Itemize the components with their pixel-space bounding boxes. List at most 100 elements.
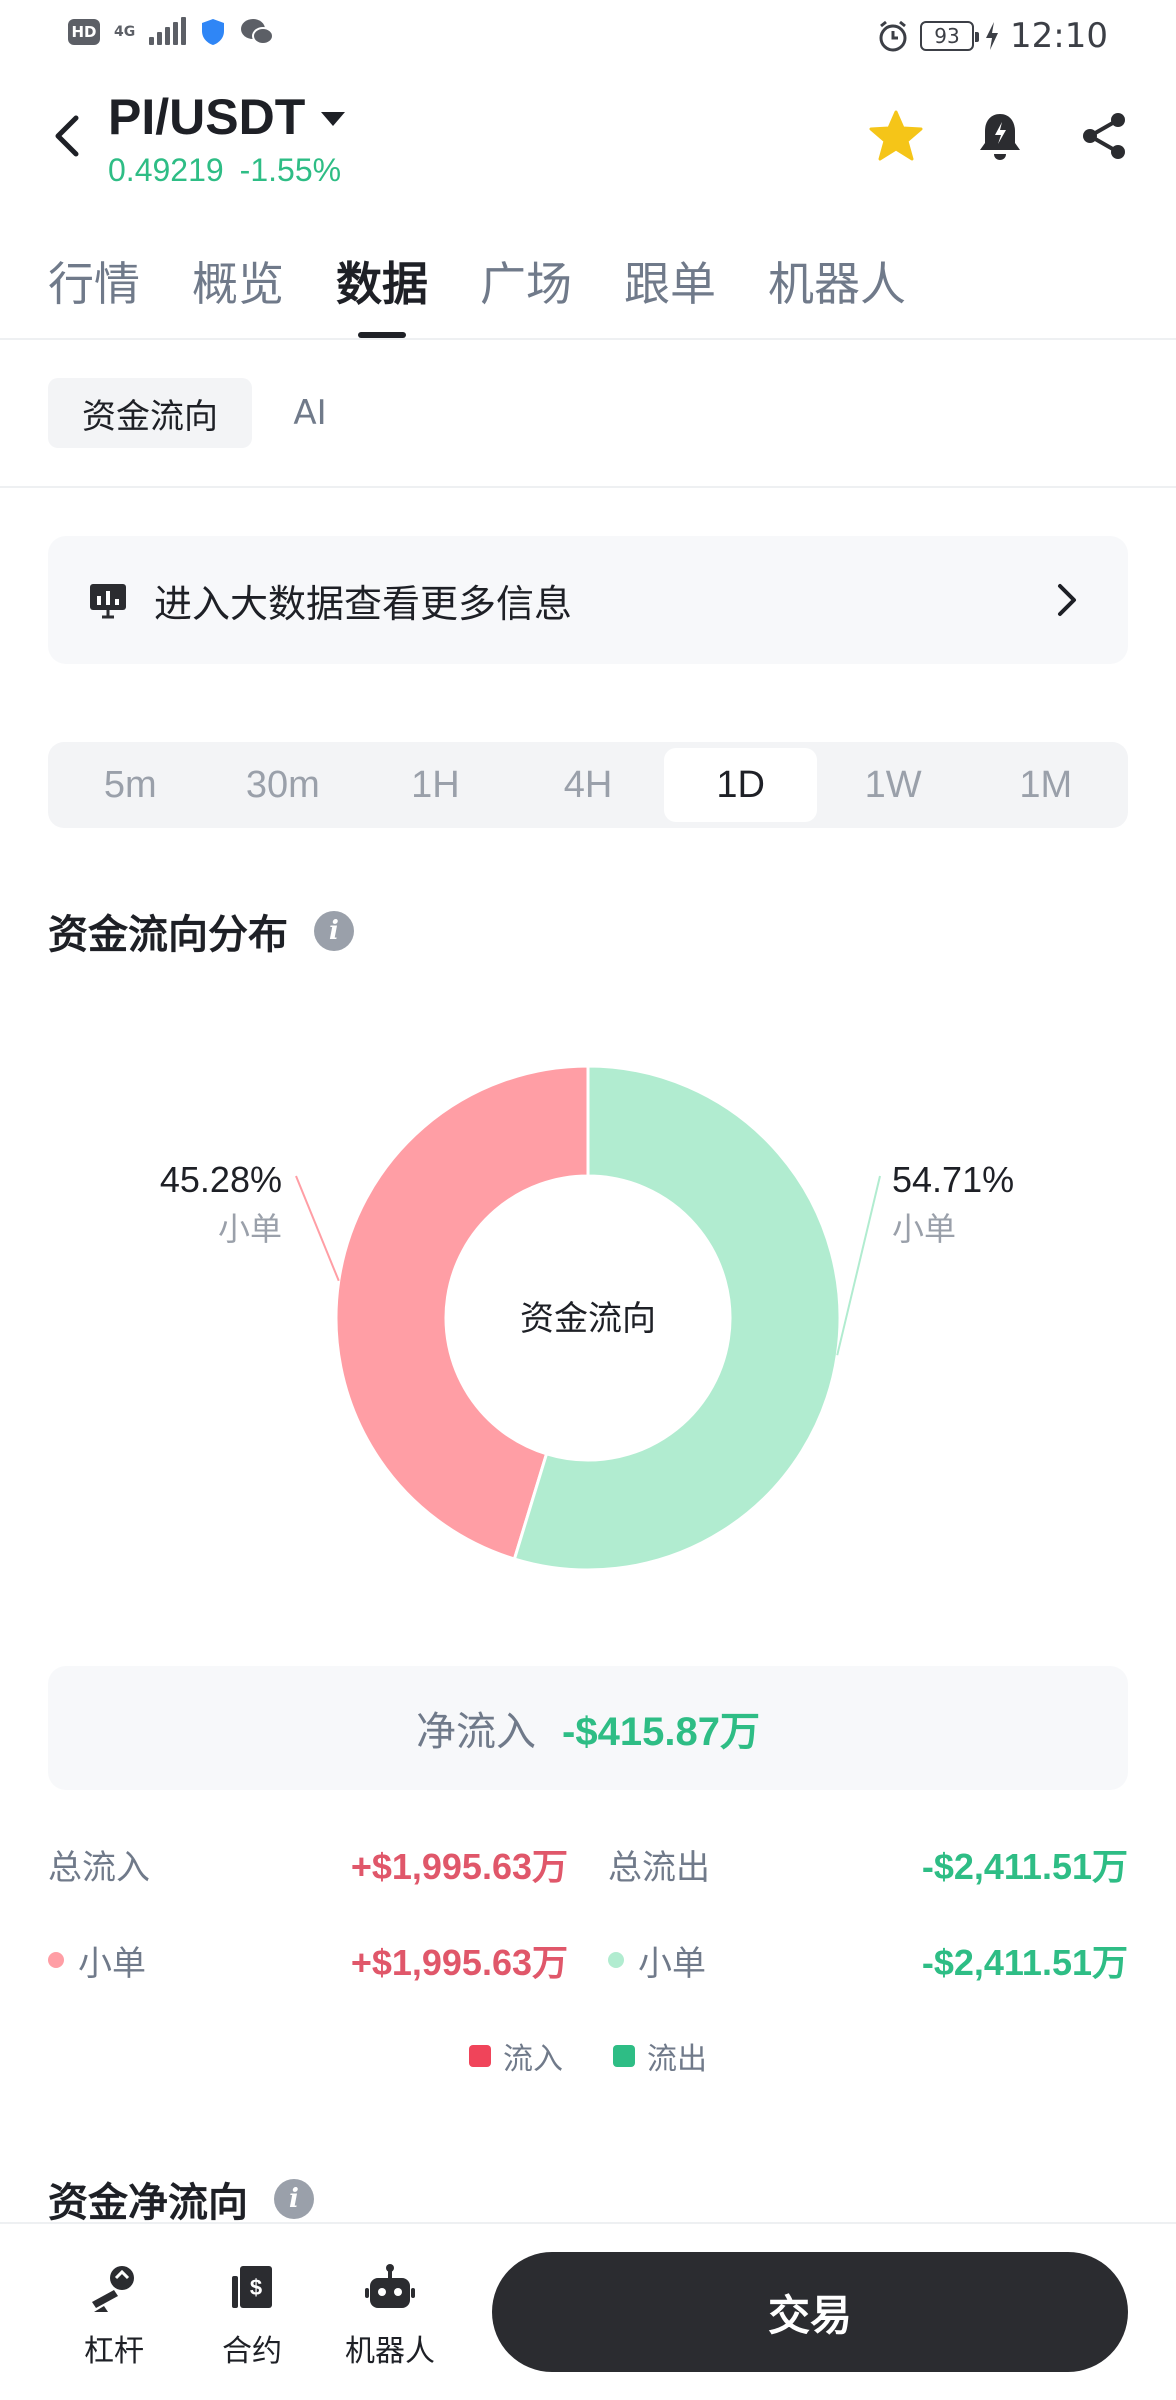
star-icon	[869, 110, 923, 161]
svg-text:$: $	[250, 2275, 262, 2300]
legend-outflow-label: 流出	[647, 2042, 707, 2077]
nav-leverage-label: 杠杆	[84, 2334, 144, 2369]
net-inflow-value: -$415.87万	[562, 1710, 760, 1754]
share-button[interactable]	[1076, 108, 1132, 164]
contract-icon: $	[232, 2266, 272, 2308]
subtabs-divider	[0, 486, 1176, 488]
outflow-category-label: 小单	[892, 1211, 956, 1247]
trade-button[interactable]: 交易	[492, 2252, 1128, 2372]
shield-icon	[202, 19, 225, 45]
interval-5m[interactable]: 5m	[54, 748, 207, 822]
status-right: 93 12:10	[876, 16, 1108, 56]
pair-name: PI/USDT	[108, 89, 306, 145]
last-price: 0.49219	[108, 152, 224, 188]
inflow-category-label: 小单	[218, 1211, 282, 1247]
price-row: 0.49219 -1.55%	[108, 152, 341, 189]
status-bar: HD 4G 93 12:10	[0, 0, 1176, 72]
tab-market[interactable]: 行情	[48, 248, 140, 338]
caret-down-icon	[321, 112, 346, 126]
charging-icon	[986, 22, 999, 50]
info-icon[interactable]: i	[274, 2179, 314, 2219]
net-inflow-box: 净流入 -$415.87万	[48, 1666, 1128, 1790]
nav-robot[interactable]: 机器人	[330, 2262, 450, 2370]
tab-copy-trade[interactable]: 跟单	[624, 248, 716, 338]
outflow-dot	[608, 1952, 624, 1968]
bell-icon	[980, 114, 1020, 160]
alarm-icon	[879, 20, 907, 52]
big-data-banner[interactable]: 进入大数据查看更多信息	[48, 536, 1128, 664]
signal-icon	[149, 17, 187, 45]
interval-1w[interactable]: 1W	[817, 748, 970, 822]
small-outflow-label-cell: 小单	[608, 1930, 706, 1990]
fund-flow-donut-chart: 资金流向 45.28% 小单 54.71% 小单	[160, 1064, 1014, 1572]
legend-outflow: 流出	[613, 2034, 707, 2078]
legend-outflow-swatch	[613, 2045, 635, 2067]
total-inflow-label: 总流入	[48, 1847, 150, 1888]
share-icon	[1083, 113, 1125, 159]
wechat-icon	[241, 19, 275, 45]
battery-icon: 93	[920, 21, 980, 51]
favorite-button[interactable]	[868, 108, 924, 164]
bottom-action-bar: 杠杆 $ 合约 机器人 交易	[0, 2222, 1176, 2400]
clock: 12:10	[1010, 16, 1108, 56]
inflow-percent-label: 45.28%	[160, 1159, 282, 1200]
interval-1d[interactable]: 1D	[664, 748, 817, 822]
interval-1mo[interactable]: 1M	[969, 748, 1122, 822]
leader-line-outflow	[836, 1175, 881, 1356]
interval-selector: 5m 30m 1H 4H 1D 1W 1M	[48, 742, 1128, 828]
small-inflow-label-cell: 小单	[48, 1930, 146, 1990]
total-outflow-value: -$2,411.51万	[921, 1846, 1128, 1887]
net-direction-title-text: 资金净流向	[48, 2180, 248, 2226]
tab-overview[interactable]: 概览	[192, 248, 284, 338]
distribution-title: 资金流向分布 i	[48, 902, 354, 960]
subtab-fund-flow[interactable]: 资金流向	[48, 378, 252, 448]
small-inflow-value: +$1,995.63万	[350, 1942, 568, 1983]
tab-bots[interactable]: 机器人	[768, 248, 906, 338]
interval-30m[interactable]: 30m	[207, 748, 360, 822]
nav-leverage[interactable]: 杠杆	[54, 2262, 174, 2370]
tabs-divider	[0, 338, 1176, 340]
distribution-title-text: 资金流向分布	[48, 912, 288, 958]
small-orders-row: 小单 +$1,995.63万 小单 -$2,411.51万	[48, 1930, 1128, 1990]
tab-data[interactable]: 数据	[336, 248, 428, 338]
legend-inflow-swatch	[469, 2045, 491, 2067]
price-change: -1.55%	[239, 152, 342, 188]
nav-contract[interactable]: $ 合约	[192, 2262, 312, 2370]
donut-center-label: 资金流向	[520, 1300, 656, 1338]
total-inflow-value: +$1,995.63万	[350, 1846, 568, 1887]
hd-badge: HD	[68, 19, 100, 45]
chevron-right-icon	[1058, 584, 1076, 616]
totals-row: 总流入 +$1,995.63万 总流出 -$2,411.51万	[48, 1834, 1128, 1894]
pair-selector[interactable]: PI/USDT	[108, 88, 346, 146]
alert-button[interactable]	[972, 108, 1028, 164]
back-button[interactable]	[48, 112, 88, 160]
nav-robot-label: 机器人	[345, 2334, 435, 2369]
legend-inflow-label: 流入	[503, 2042, 563, 2077]
small-inflow-label: 小单	[78, 1943, 146, 1984]
banner-text: 进入大数据查看更多信息	[154, 581, 573, 626]
interval-1h[interactable]: 1H	[359, 748, 512, 822]
outflow-percent-label: 54.71%	[892, 1159, 1014, 1200]
net-direction-title: 资金净流向 i	[48, 2170, 314, 2228]
total-outflow-label: 总流出	[608, 1847, 710, 1888]
leverage-icon	[92, 2266, 134, 2312]
inflow-dot	[48, 1952, 64, 1968]
main-tabs: 行情 概览 数据 广场 跟单 机器人	[48, 248, 906, 338]
tab-square[interactable]: 广场	[480, 248, 572, 338]
net-inflow-label: 净流入	[416, 1709, 537, 1755]
subtab-ai[interactable]: AI	[268, 378, 352, 448]
header-actions	[868, 108, 1132, 164]
back-arrow-icon	[55, 115, 79, 157]
network-type: 4G	[114, 24, 136, 40]
leader-line-inflow	[295, 1175, 340, 1282]
chart-board-icon	[90, 584, 126, 619]
small-outflow-label: 小单	[638, 1943, 706, 1984]
legend-inflow: 流入	[469, 2034, 563, 2078]
small-outflow-value: -$2,411.51万	[921, 1942, 1128, 1983]
status-left: HD 4G	[68, 17, 275, 46]
robot-icon	[365, 2264, 415, 2308]
nav-contract-label: 合约	[222, 2334, 282, 2369]
interval-4h[interactable]: 4H	[512, 748, 665, 822]
flow-legend: 流入 流出	[0, 2034, 1176, 2078]
info-icon[interactable]: i	[314, 911, 354, 951]
